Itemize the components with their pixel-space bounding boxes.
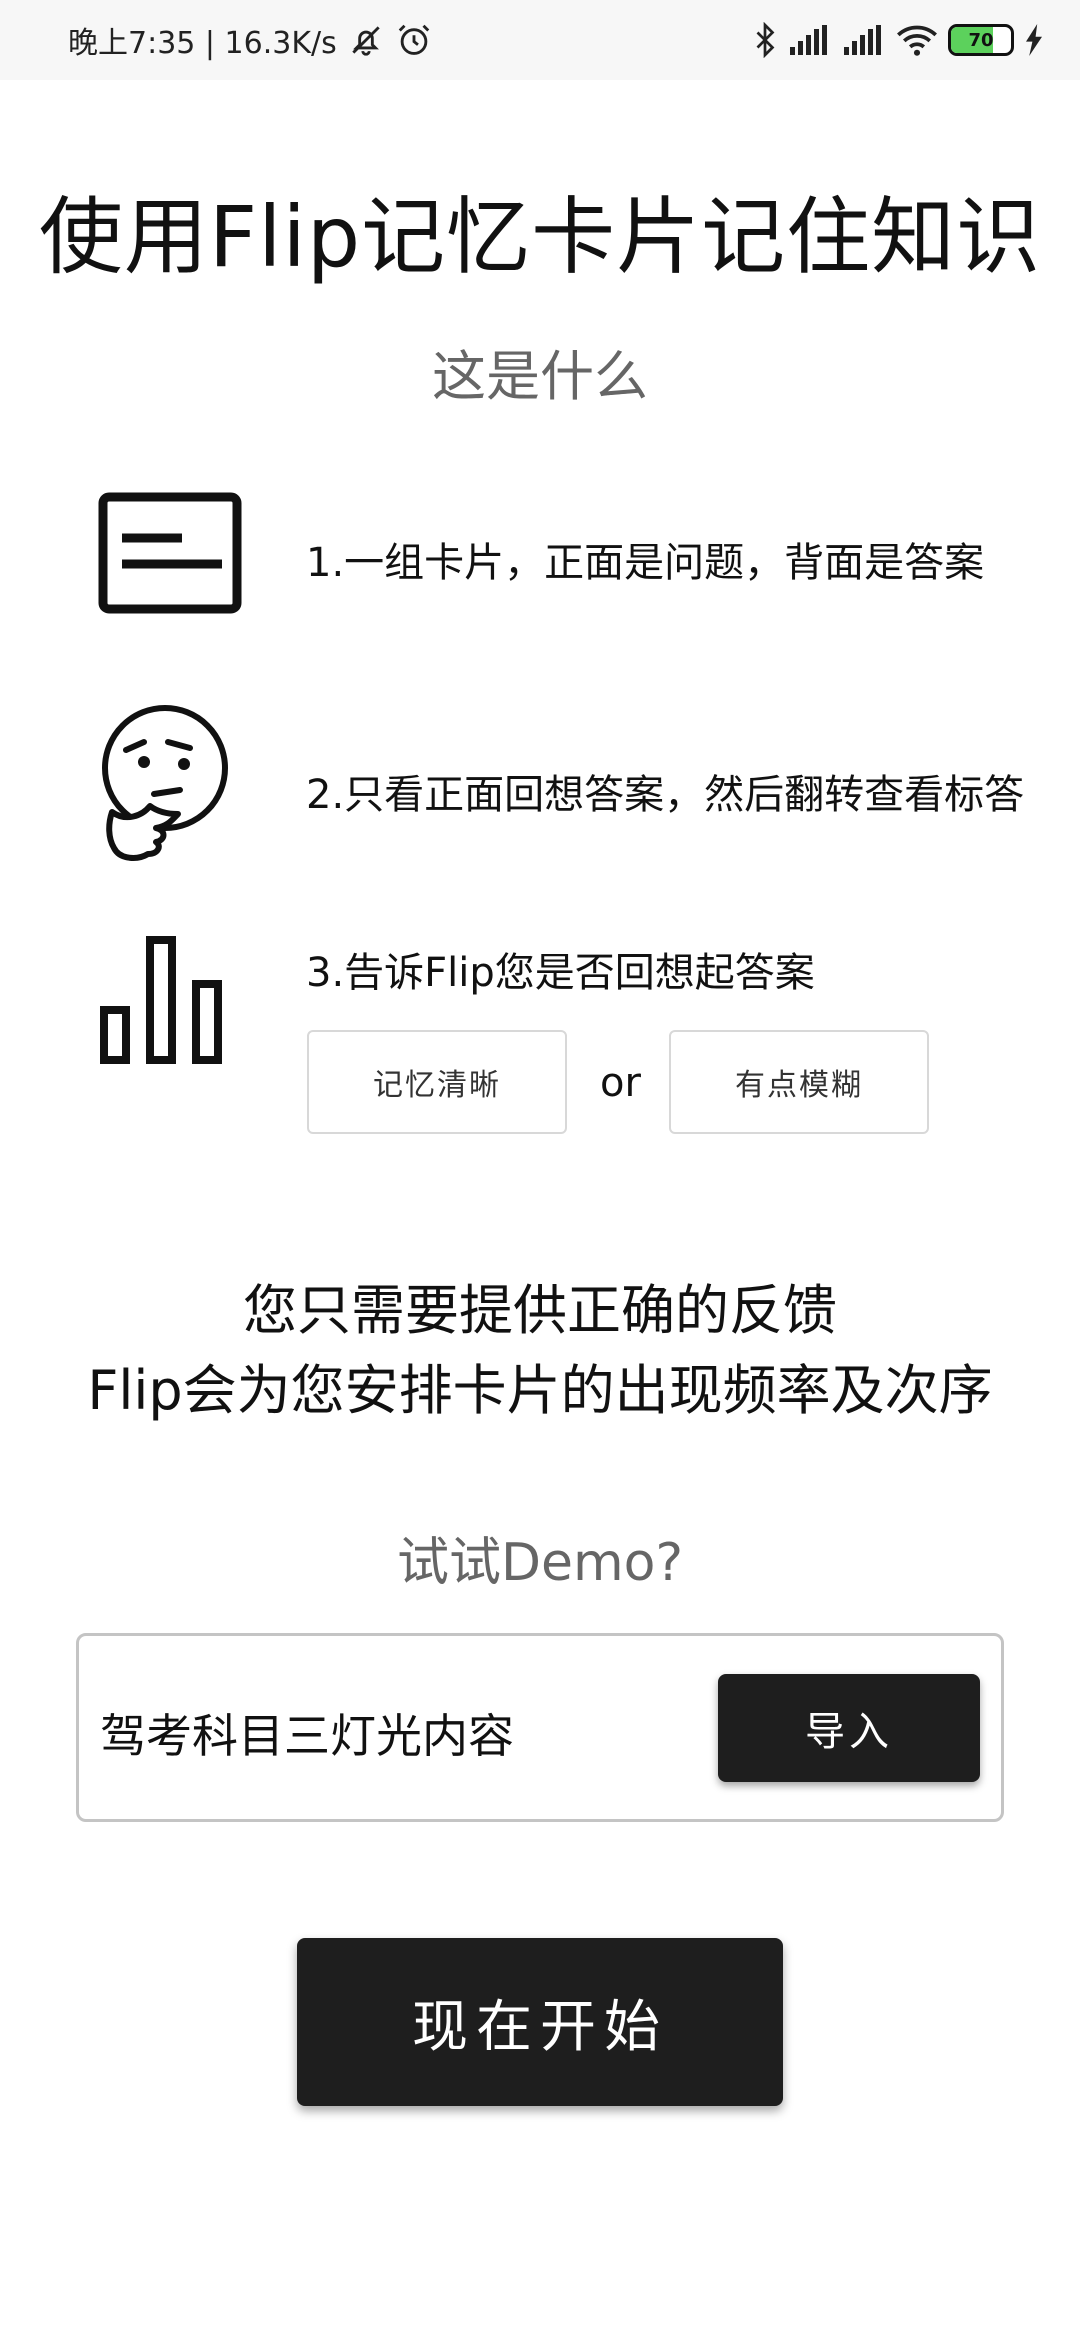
battery-indicator: 70 [948, 24, 1014, 56]
bluetooth-icon [756, 22, 775, 58]
feedback-note-line-2: Flip会为您安排卡片的出现频率及次序 [87, 1359, 993, 1422]
mute-bell-icon [352, 26, 380, 56]
page-subtitle: 这是什么 [432, 345, 648, 408]
signal-icon [790, 25, 827, 55]
thinking-face-icon [102, 705, 228, 861]
card-icon [98, 492, 242, 614]
step-2-text: 2.只看正面回想答案，然后翻转查看标答 [306, 772, 1025, 818]
remember-clearly-button[interactable]: 记忆清晰 [307, 1030, 567, 1134]
page-title: 使用Flip记忆卡片记住知识 [38, 188, 1042, 286]
battery-level: 70 [968, 29, 994, 51]
somewhat-fuzzy-button[interactable]: 有点模糊 [669, 1030, 929, 1134]
start-now-button[interactable]: 现在开始 [297, 1938, 783, 2106]
bar-chart-icon [100, 936, 222, 1064]
status-bar-left: 晚上7:35 | 16.3K/s [68, 0, 433, 80]
wifi-icon [897, 25, 937, 56]
feedback-note-line-1: 您只需要提供正确的反馈 [243, 1279, 837, 1342]
charging-icon [1026, 24, 1042, 56]
import-button[interactable]: 导入 [718, 1674, 980, 1782]
step-3-text: 3.告诉Flip您是否回想起答案 [306, 950, 815, 996]
status-bar-right: 70 [752, 0, 1044, 80]
signal-icon-2 [844, 25, 881, 55]
demo-deck-name: 驾考科目三灯光内容 [100, 1709, 514, 1763]
step-1-text: 1.一组卡片，正面是问题，背面是答案 [306, 540, 985, 586]
status-time-speed: 晚上7:35 | 16.3K/s [68, 26, 337, 61]
or-label: or [600, 1060, 641, 1106]
alarm-icon [398, 24, 430, 55]
demo-prompt: 试试Demo? [396, 1533, 684, 1593]
